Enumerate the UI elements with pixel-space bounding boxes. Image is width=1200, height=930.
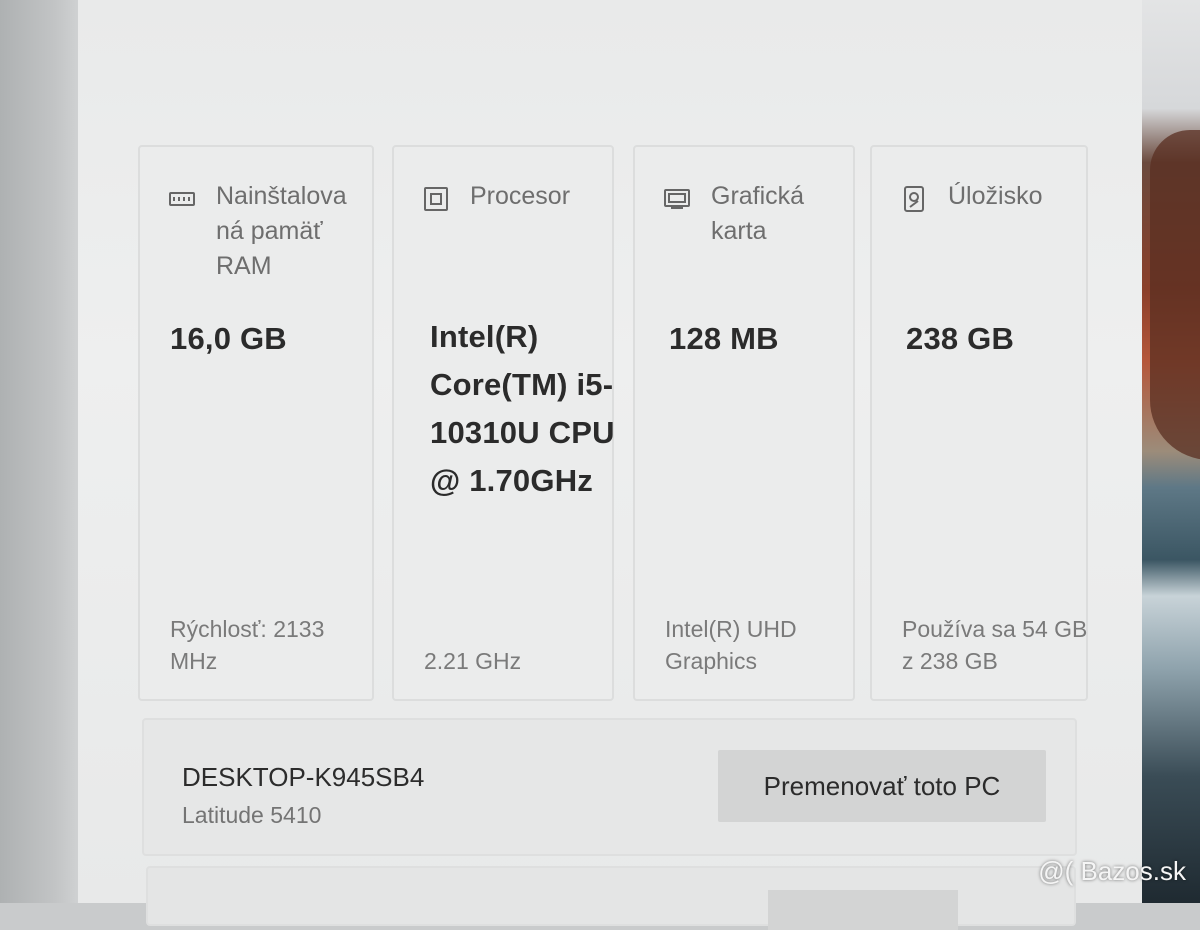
spec-card-storage: Úložisko 238 GB Používa sa 54 GB z 238 G…: [870, 145, 1088, 701]
spec-card-ram: Nainštalova ná pamäť RAM 16,0 GB Rýchlos…: [138, 145, 374, 701]
spec-value: 16,0 GB: [170, 321, 287, 356]
spec-detail: Používa sa 54 GB z 238 GB: [902, 616, 1088, 674]
spec-card-processor: Procesor Intel(R) Core(TM) i5-10310U CPU…: [392, 145, 614, 701]
spec-value: Intel(R) Core(TM) i5-10310U CPU @ 1.70GH…: [430, 319, 615, 498]
spec-detail: 2.21 GHz: [424, 648, 522, 674]
device-name-panel: DESKTOP-K945SB4 Latitude 5410 Premenovať…: [142, 718, 1077, 856]
memory-icon: [168, 185, 196, 213]
rename-pc-button[interactable]: Premenovať toto PC: [718, 750, 1046, 822]
spec-detail: Rýchlosť: 2133 MHz: [170, 616, 325, 674]
graphics-card-icon: [663, 185, 691, 213]
spec-label: Grafická karta: [711, 182, 805, 245]
spec-label: Úložisko: [948, 182, 1043, 210]
partial-button[interactable]: [768, 890, 958, 930]
monitor-bezel: [0, 0, 78, 903]
device-name: DESKTOP-K945SB4: [182, 762, 425, 792]
spec-value: 238 GB: [906, 321, 1015, 356]
spec-card-graphics: Grafická karta 128 MB Intel(R) UHD Graph…: [633, 145, 855, 701]
desktop-wallpaper: [1142, 0, 1200, 903]
spec-label: Procesor: [470, 182, 571, 210]
device-model: Latitude 5410: [182, 802, 322, 828]
storage-icon: [900, 185, 928, 213]
watermark: @( Bazos.sk: [1038, 856, 1186, 886]
processor-icon: [422, 185, 450, 213]
spec-value: 128 MB: [669, 321, 779, 356]
spec-label: Nainštalova ná pamäť RAM: [216, 182, 347, 280]
spec-detail: Intel(R) UHD Graphics: [665, 616, 797, 674]
next-section-panel: [146, 866, 1076, 930]
